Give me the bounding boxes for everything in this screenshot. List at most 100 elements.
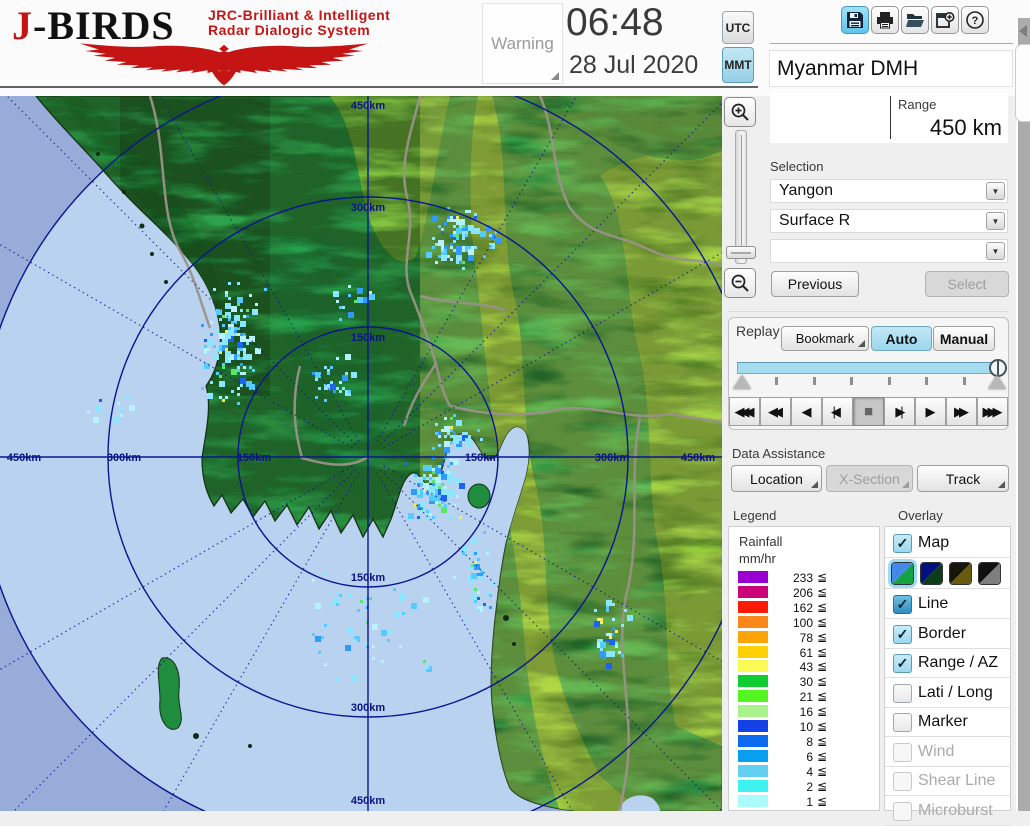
new-window-button[interactable] <box>931 6 959 34</box>
map-theme-row <box>885 559 1010 589</box>
help-button[interactable]: ? <box>961 6 989 34</box>
legend-row: 233≦ <box>729 571 881 584</box>
range-label: Range <box>898 97 936 112</box>
overlay-item-map[interactable]: ✓Map <box>885 529 1010 558</box>
chevron-down-icon[interactable]: ▼ <box>986 212 1005 230</box>
play-reverse-button[interactable]: ◀ <box>791 397 822 426</box>
legend-row: 162≦ <box>729 601 881 614</box>
rewind-icon: ◀◀ <box>768 404 783 420</box>
overlay-item-label: Line <box>918 595 948 613</box>
overlay-item-line[interactable]: ✓ Line <box>885 590 1010 619</box>
ring-label: 150km <box>237 452 271 464</box>
stop-button[interactable]: ■ <box>853 397 884 426</box>
legend-lte-operator: ≦ <box>817 645 827 659</box>
selection-label: Selection <box>770 159 823 174</box>
panel-scroll-strip[interactable] <box>1016 18 1030 811</box>
warning-button[interactable]: Warning <box>482 3 563 84</box>
forward-fast-button[interactable]: ▶▶▶ <box>977 397 1008 426</box>
checkbox[interactable]: ✓ <box>893 534 912 553</box>
overlay-panel: ✓Map✓Line✓Border✓Range / AZLati / LongMa… <box>884 526 1011 811</box>
replay-slider-track[interactable] <box>737 362 1005 374</box>
select-button[interactable]: Select <box>925 271 1009 297</box>
checkbox[interactable] <box>893 713 912 732</box>
map-theme-swatch-2[interactable] <box>920 562 943 585</box>
overlay-item-label: Range / AZ <box>918 654 998 672</box>
station-dropdown[interactable]: Yangon ▼ <box>770 179 1008 203</box>
legend-lte-operator: ≦ <box>817 570 827 584</box>
legend-title: Rainfall <box>739 534 782 549</box>
map-theme-swatch-1[interactable] <box>891 562 914 585</box>
legend-row: 43≦ <box>729 660 881 673</box>
overlay-label: Overlay <box>898 508 943 523</box>
play-button[interactable]: ▶ <box>915 397 946 426</box>
checkbox[interactable]: ✓ <box>893 595 912 614</box>
rainfall-legend: Rainfall mm/hr 233≦206≦162≦100≦78≦61≦43≦… <box>728 526 880 811</box>
save-button[interactable] <box>841 6 869 34</box>
station-name-field[interactable]: Myanmar DMH <box>769 50 1013 87</box>
rewind-fast-button[interactable]: ◀◀◀ <box>729 397 760 426</box>
slider-tick <box>813 377 816 385</box>
collapse-arrow-icon[interactable] <box>1019 25 1027 37</box>
legend-lte-operator: ≦ <box>817 689 827 703</box>
map-theme-swatch-4[interactable] <box>978 562 1001 585</box>
bookmark-button[interactable]: Bookmark <box>781 326 869 351</box>
ring-label: 150km <box>351 332 385 344</box>
overlay-item-marker[interactable]: Marker <box>885 708 1010 737</box>
location-button[interactable]: Location <box>731 465 822 492</box>
overlay-item-range-az[interactable]: ✓ Range / AZ <box>885 649 1010 678</box>
checkbox[interactable]: ✓ <box>893 654 912 673</box>
checkbox[interactable] <box>893 684 912 703</box>
previous-button[interactable]: Previous <box>771 271 859 297</box>
chevron-down-icon[interactable]: ▼ <box>986 242 1005 260</box>
map-zoom-out-button[interactable] <box>724 268 756 298</box>
map-zoom-in-button[interactable] <box>724 97 756 127</box>
legend-value: 61 <box>773 646 813 660</box>
legend-swatch <box>738 616 768 628</box>
legend-value: 30 <box>773 675 813 689</box>
replay-range-end-marker[interactable] <box>988 375 1006 389</box>
replay-manual-button[interactable]: Manual <box>933 326 995 351</box>
station-name: Myanmar DMH <box>777 57 918 81</box>
open-file-button[interactable] <box>901 6 929 34</box>
legend-swatch <box>738 586 768 598</box>
map-zoom-slider-track[interactable] <box>735 130 747 264</box>
checkbox[interactable] <box>893 743 912 762</box>
overlay-item-label: Border <box>918 625 966 643</box>
legend-value: 4 <box>773 765 813 779</box>
overlay-item-microburst[interactable]: Microburst <box>885 797 1010 826</box>
overlay-item-wind[interactable]: Wind <box>885 738 1010 767</box>
radar-map[interactable]: 150km150km150km150km300km300km300km300km… <box>0 96 722 811</box>
add-window-icon <box>935 10 955 30</box>
warning-button-label: Warning <box>491 34 554 54</box>
print-button[interactable] <box>871 6 899 34</box>
legend-swatch <box>738 780 768 792</box>
option-dropdown[interactable]: ▼ <box>770 239 1008 263</box>
legend-swatch <box>738 631 768 643</box>
checkbox[interactable] <box>893 772 912 791</box>
replay-range-start-marker[interactable] <box>733 375 751 389</box>
overlay-item-label: Shear Line <box>918 772 995 790</box>
overlay-item-shear-line[interactable]: Shear Line <box>885 767 1010 796</box>
chevron-down-icon[interactable]: ▼ <box>986 182 1005 200</box>
step-last-button[interactable]: ▶| <box>884 397 915 426</box>
checkbox[interactable]: ✓ <box>893 625 912 644</box>
corner-menu-icon <box>998 481 1005 488</box>
map-zoom-slider-handle[interactable] <box>726 246 756 259</box>
map-theme-swatch-3[interactable] <box>949 562 972 585</box>
overlay-item-lati-long[interactable]: Lati / Long <box>885 679 1010 708</box>
step-first-button[interactable]: |◀ <box>822 397 853 426</box>
replay-auto-button[interactable]: Auto <box>871 326 932 351</box>
forward-button[interactable]: ▶▶ <box>946 397 977 426</box>
product-dropdown[interactable]: Surface R ▼ <box>770 209 1008 233</box>
timezone-utc-button[interactable]: UTC <box>722 11 754 44</box>
panel-collapse-tab[interactable] <box>1015 44 1030 122</box>
print-icon <box>875 10 895 30</box>
x-section-button[interactable]: X-Section <box>826 465 913 492</box>
corner-menu-icon <box>858 340 865 347</box>
checkbox[interactable] <box>893 802 912 821</box>
track-button[interactable]: Track <box>917 465 1009 492</box>
legend-lte-operator: ≦ <box>817 719 827 733</box>
overlay-item-border[interactable]: ✓ Border <box>885 620 1010 649</box>
timezone-mmt-button[interactable]: MMT <box>722 47 754 83</box>
rewind-button[interactable]: ◀◀ <box>760 397 791 426</box>
